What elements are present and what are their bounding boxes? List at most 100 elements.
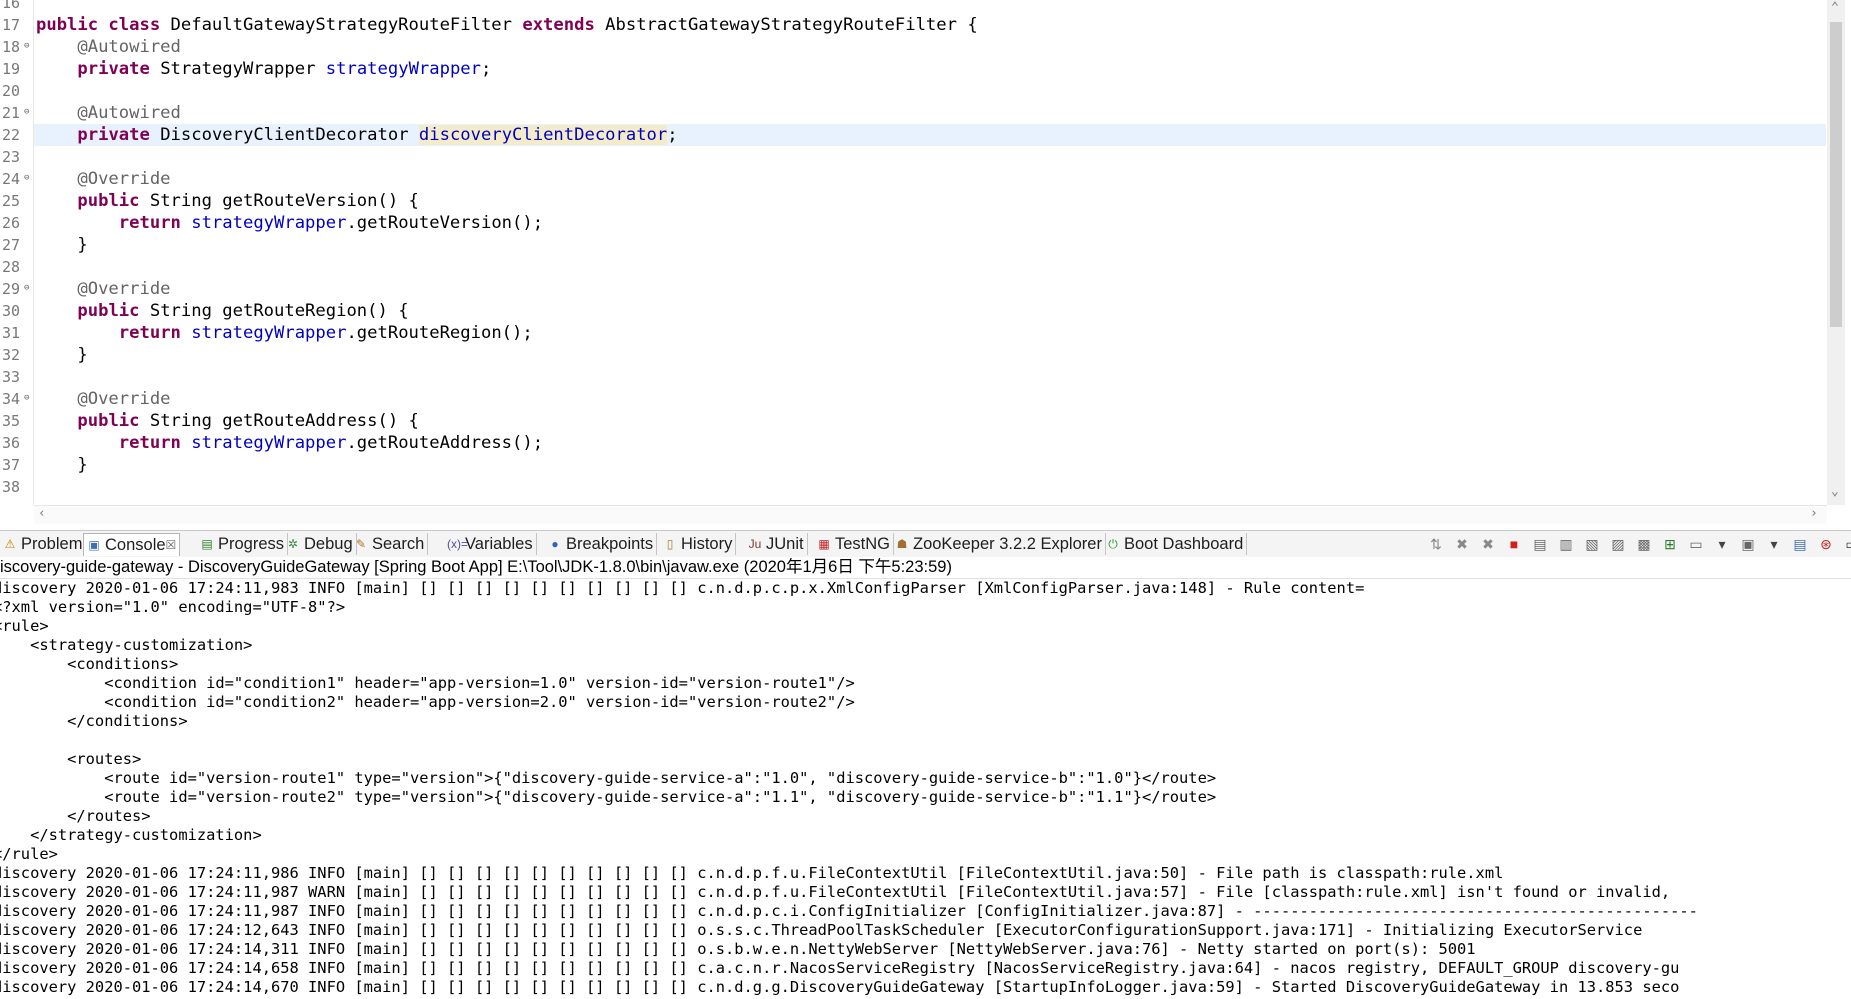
tab-label: Search [372, 534, 425, 553]
spring-icon[interactable]: ⊛ [1816, 535, 1836, 553]
display-selected-console-dropdown-icon[interactable]: ▾ [1712, 535, 1732, 553]
code-line[interactable]: } [36, 234, 88, 256]
scroll-left-icon[interactable]: ‹ [38, 506, 46, 521]
tab-label: Breakpoints [566, 534, 654, 553]
console-output[interactable]: discovery 2020-01-06 17:24:11,983 INFO [… [0, 579, 1851, 999]
code-line[interactable]: } [36, 344, 87, 366]
scroll-right-icon[interactable]: › [1810, 506, 1818, 521]
debug-icon: ✲ [287, 537, 299, 551]
scroll-down-icon[interactable]: ⌄ [1831, 484, 1839, 499]
tab-breakpoints[interactable]: ● Breakpoints [545, 533, 658, 555]
code-line[interactable]: return strategyWrapper.getRouteAddress()… [36, 432, 543, 454]
remove-launch-icon[interactable]: ✖ [1452, 535, 1472, 553]
code-line[interactable]: @Override [36, 168, 171, 190]
tab-search[interactable]: ✎ Search [351, 533, 429, 555]
editor-vertical-scrollbar[interactable]: ⌃ ⌄ [1827, 0, 1845, 505]
tab-variables[interactable]: (x)= Variables [444, 533, 537, 555]
console-line: discovery 2020-01-06 17:24:11,987 WARN [… [0, 883, 1671, 901]
code-line[interactable]: private StrategyWrapper strategyWrapper; [36, 58, 491, 80]
problems-icon: ⚠ [4, 537, 16, 551]
show-on-output-icon[interactable]: ▨ [1608, 535, 1628, 553]
code-line[interactable]: return strategyWrapper.getRouteRegion(); [36, 322, 533, 344]
pin-icon[interactable]: ⊞ [1660, 535, 1680, 553]
tab-testng[interactable]: ▦ TestNG [814, 533, 895, 555]
tab-progress[interactable]: ▤ Progress [197, 533, 289, 555]
tab-zookeeper-3-2-2-explorer[interactable]: ☗ ZooKeeper 3.2.2 Explorer [892, 533, 1106, 555]
fold-toggle-icon[interactable]: ⊖ [24, 173, 29, 183]
fold-toggle-icon[interactable]: ⊖ [24, 283, 29, 293]
clear-console-icon[interactable]: ▤ [1530, 535, 1550, 553]
code-line[interactable]: @Override [36, 388, 171, 410]
variables-icon: (x)= [447, 537, 468, 551]
editor-scroll-thumb[interactable] [1830, 22, 1842, 327]
code-token: @Override [36, 169, 171, 189]
fold-toggle-icon[interactable]: ⊖ [24, 393, 29, 403]
console-line: <conditions> [0, 655, 179, 673]
editor-horizontal-scrollbar[interactable]: ‹ › [34, 505, 1827, 524]
code-line[interactable]: private DiscoveryClientDecorator discove… [36, 124, 678, 146]
tab-label: History [681, 534, 733, 553]
tab-label: Debug [304, 534, 353, 553]
code-line[interactable]: @Autowired [36, 36, 180, 58]
tab-boot-dashboard[interactable]: ⏻ Boot Dashboard [1103, 533, 1248, 555]
console-line: discovery 2020-01-06 17:24:11,983 INFO [… [0, 579, 1365, 597]
line-number: 20 [2, 82, 21, 100]
code-token: @Override [36, 389, 171, 409]
code-token: strategyWrapper [191, 323, 347, 343]
line-number: 38 [2, 478, 21, 496]
remove-all-terminated-icon[interactable]: ✖ [1478, 535, 1498, 553]
code-token: return [118, 213, 192, 233]
code-token: private [77, 59, 161, 79]
terminate-icon[interactable]: ■ [1504, 535, 1524, 553]
tab-junit[interactable]: Ju JUnit [745, 533, 808, 555]
pin-console-icon[interactable]: ⇅ [1426, 535, 1446, 553]
open-console-dropdown-icon[interactable]: ▾ [1764, 535, 1784, 553]
close-tab-icon[interactable]: ☒ [166, 538, 177, 552]
console-line: </routes> [0, 807, 151, 825]
code-line[interactable]: public String getRouteAddress() { [36, 410, 418, 432]
show-on-error-icon[interactable]: ▩ [1634, 535, 1654, 553]
tab-label: Boot Dashboard [1124, 534, 1244, 553]
tab-label: Progress [218, 534, 285, 553]
code-line[interactable]: @Override [36, 278, 171, 300]
console-settings-icon[interactable]: ▤ [1790, 535, 1810, 553]
search-icon: ✎ [355, 537, 367, 551]
console-line: </rule> [0, 845, 58, 863]
fold-toggle-icon[interactable]: ⊖ [24, 41, 29, 51]
code-line[interactable]: } [36, 454, 88, 476]
code-token: } [36, 455, 88, 475]
line-number: 36 [2, 434, 21, 452]
scroll-lock-icon[interactable]: ▥ [1556, 535, 1576, 553]
line-number-gutter: 16 17 18 ⊖ 19 20 21 ⊖ 22 23 24 ⊖ 25 26 27 28 29 ⊖ 30 31 32 33… [0, 0, 34, 505]
open-console-icon[interactable]: ▣ [1738, 535, 1758, 553]
code-editor[interactable]: 16 17 18 ⊖ 19 20 21 ⊖ 22 23 24 ⊖ 25 26 27 28 29 ⊖ 30 31 32 33… [0, 0, 1851, 505]
console-line: <condition id="condition1" header="app-v… [0, 674, 855, 692]
code-token: strategyWrapper [191, 213, 347, 233]
line-number: 35 [2, 412, 21, 430]
code-line[interactable]: return strategyWrapper.getRouteVersion()… [36, 212, 543, 234]
code-line[interactable]: public class DefaultGatewayStrategyRoute… [36, 14, 978, 36]
code-line[interactable]: public String getRouteRegion() { [36, 300, 408, 322]
fold-toggle-icon[interactable]: ⊖ [24, 107, 29, 117]
tab-problems[interactable]: ⚠ Problems [0, 533, 95, 555]
console-line: </conditions> [0, 712, 188, 730]
word-wrap-icon[interactable]: ▧ [1582, 535, 1602, 553]
tab-debug[interactable]: ✲ Debug [283, 533, 357, 555]
minimize-icon[interactable]: ▭ [1842, 535, 1851, 553]
tab-history[interactable]: ▯ History [660, 533, 737, 555]
tab-console[interactable]: ▣ Console ☒ [83, 533, 181, 556]
code-token: @Autowired [36, 103, 181, 123]
code-line[interactable]: @Autowired [36, 102, 181, 124]
code-line[interactable]: public String getRouteVersion() { [36, 190, 418, 212]
line-number: 22 [2, 126, 21, 144]
code-token: @Override [36, 279, 171, 299]
display-selected-console-icon[interactable]: ▭ [1686, 535, 1706, 553]
code-token: } [36, 235, 88, 255]
console-line: <strategy-customization> [0, 636, 253, 654]
code-token: strategyWrapper [191, 433, 347, 453]
scroll-up-icon[interactable]: ⌃ [1831, 0, 1839, 15]
